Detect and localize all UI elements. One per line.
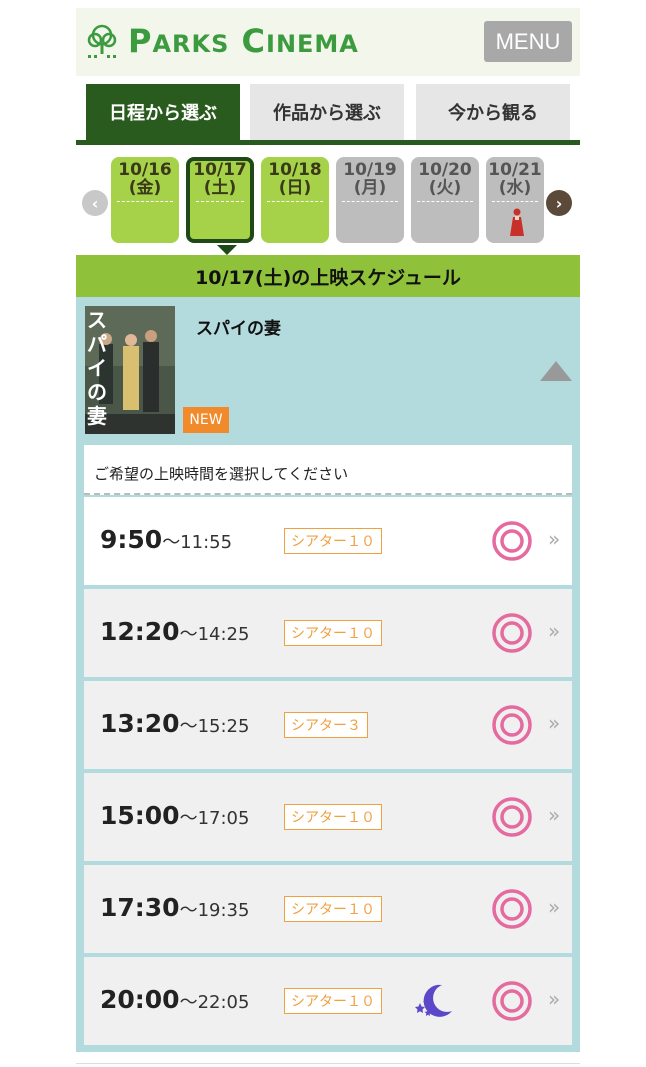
showtime-range: 12:20〜14:25 <box>100 617 249 646</box>
date-item[interactable]: 10/18 (日) <box>261 157 329 243</box>
next-dates-button[interactable]: › <box>546 190 572 216</box>
start-time: 20:00 <box>100 985 180 1014</box>
site-header: PARKS CINEMA MENU <box>76 8 580 76</box>
double-chevron-right-icon: » <box>548 527 561 551</box>
start-time: 15:00 <box>100 801 180 830</box>
film-title[interactable]: スパイの妻 <box>196 314 281 339</box>
end-time: 〜15:25 <box>179 716 250 737</box>
chevron-right-icon: › <box>555 193 563 213</box>
double-chevron-right-icon: » <box>548 987 561 1011</box>
showtime-row[interactable]: 15:00〜17:05 シアター１０ » <box>84 773 572 861</box>
date-divider <box>417 201 473 202</box>
menu-button[interactable]: MENU <box>484 21 572 62</box>
showtime-row[interactable]: 9:50〜11:55 シアター１０ » <box>84 497 572 585</box>
double-chevron-right-icon: » <box>548 895 561 919</box>
showtime-list: 9:50〜11:55 シアター１０ » 12:20〜14:25 シアター１０ »… <box>84 497 572 1049</box>
tab-watch-now[interactable]: 今から観る <box>416 84 570 140</box>
double-chevron-right-icon: » <box>548 711 561 735</box>
day-label: (水) <box>498 178 532 198</box>
tab-by-film[interactable]: 作品から選ぶ <box>250 84 404 140</box>
collapse-triangle-icon[interactable] <box>540 361 572 381</box>
availability-double-circle-icon <box>492 613 532 653</box>
date-label: 10/21 <box>488 160 542 180</box>
theater-label: シアター３ <box>284 712 368 738</box>
showtime-range: 13:20〜15:25 <box>100 709 249 738</box>
double-chevron-right-icon: » <box>548 803 561 827</box>
showtime-range: 20:00〜22:05 <box>100 985 249 1014</box>
theater-label: シアター１０ <box>284 896 382 922</box>
tab-by-date[interactable]: 日程から選ぶ <box>86 84 240 140</box>
theater-label: シアター１０ <box>284 620 382 646</box>
date-item-selected[interactable]: 10/17 (土) <box>186 157 254 243</box>
date-divider <box>492 201 538 202</box>
film-block: スパイの妻 スパイの妻 NEW ご希望の上映時間を選択してください 9:50〜1… <box>76 297 580 1052</box>
moon-stars-icon <box>415 984 452 1017</box>
start-time: 12:20 <box>100 617 180 646</box>
film-poster[interactable]: スパイの妻 <box>85 306 175 434</box>
day-label: (火) <box>428 178 462 198</box>
date-label: 10/19 <box>343 160 397 180</box>
theater-label: シアター１０ <box>284 528 382 554</box>
end-time: 〜17:05 <box>179 808 250 829</box>
theater-label: シアター１０ <box>284 988 382 1014</box>
availability-double-circle-icon <box>492 889 532 929</box>
site-logo[interactable]: PARKS CINEMA <box>84 22 359 60</box>
footer-divider <box>76 1063 580 1064</box>
selected-date-pointer <box>217 245 237 255</box>
showtime-range: 9:50〜11:55 <box>100 525 232 554</box>
select-time-prompt: ご希望の上映時間を選択してください <box>84 445 572 495</box>
showtime-row[interactable]: 12:20〜14:25 シアター１０ » <box>84 589 572 677</box>
start-time: 9:50 <box>100 525 163 554</box>
date-divider <box>196 201 244 202</box>
date-label: 10/20 <box>418 160 472 180</box>
date-item[interactable]: 10/20 (火) <box>411 157 479 243</box>
availability-double-circle-icon <box>492 797 532 837</box>
showtime-row[interactable]: 17:30〜19:35 シアター１０ » <box>84 865 572 953</box>
date-divider <box>117 201 173 202</box>
date-divider <box>342 201 398 202</box>
day-label: (金) <box>128 178 162 198</box>
availability-double-circle-icon <box>492 981 532 1021</box>
day-label: (日) <box>278 178 312 198</box>
date-item[interactable]: 10/16 (金) <box>111 157 179 243</box>
start-time: 17:30 <box>100 893 180 922</box>
start-time: 13:20 <box>100 709 180 738</box>
end-time: 〜22:05 <box>179 992 250 1013</box>
chevron-left-icon: ‹ <box>91 193 99 213</box>
end-time: 〜14:25 <box>179 624 250 645</box>
new-badge: NEW <box>183 407 229 433</box>
availability-double-circle-icon <box>492 705 532 745</box>
selection-tabs: 日程から選ぶ 作品から選ぶ 今から観る <box>76 84 580 146</box>
theater-label: シアター１０ <box>284 804 382 830</box>
date-item[interactable]: 10/19 (月) <box>336 157 404 243</box>
availability-double-circle-icon <box>492 521 532 561</box>
date-label: 10/17 <box>193 160 247 180</box>
date-label: 10/16 <box>118 160 172 180</box>
end-time: 〜19:35 <box>179 900 250 921</box>
day-label: (月) <box>353 178 387 198</box>
tree-icon <box>87 24 117 58</box>
poster-title: スパイの妻 <box>87 308 107 428</box>
schedule-heading: 10/17(土)の上映スケジュール <box>76 255 580 297</box>
day-label: (土) <box>203 178 237 198</box>
ladies-day-icon <box>510 208 524 236</box>
prev-dates-button[interactable]: ‹ <box>82 190 108 216</box>
showtime-row[interactable]: 20:00〜22:05 シアター１０ » <box>84 957 572 1045</box>
showtime-range: 15:00〜17:05 <box>100 801 249 830</box>
logo-wordmark: PARKS CINEMA <box>128 22 359 60</box>
double-chevron-right-icon: » <box>548 619 561 643</box>
showtime-row[interactable]: 13:20〜15:25 シアター３ » <box>84 681 572 769</box>
date-divider <box>267 201 323 202</box>
date-selector: ‹ 10/16 (金) 10/17 (土) 10/18 (日) 10/19 (月… <box>76 157 580 255</box>
showtime-range: 17:30〜19:35 <box>100 893 249 922</box>
date-label: 10/18 <box>268 160 322 180</box>
tab-underline <box>76 140 580 145</box>
end-time: 〜11:55 <box>162 532 233 553</box>
